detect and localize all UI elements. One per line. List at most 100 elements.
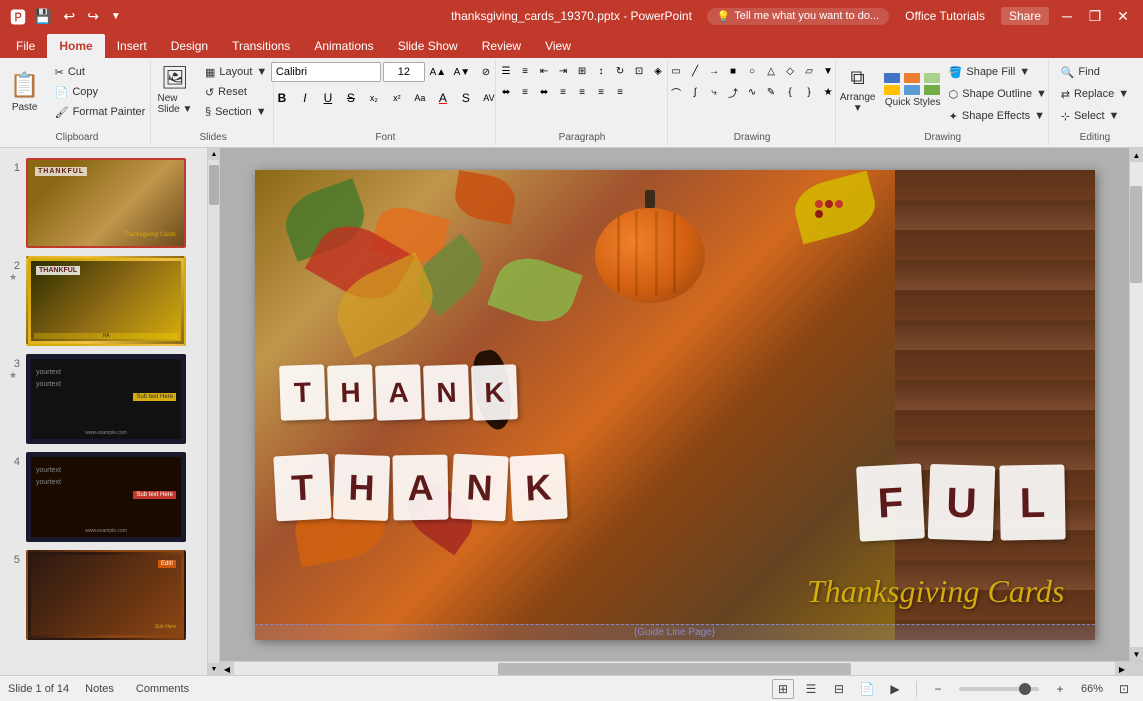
cut-button[interactable]: ✂ Cut — [49, 62, 152, 82]
shape-rect[interactable]: ▭ — [667, 63, 685, 80]
bold-button[interactable]: B — [271, 88, 293, 108]
justify-thai-button[interactable]: ≡ — [611, 84, 629, 101]
slide-image-3[interactable]: yourtext yourtext Sub text Here www.exam… — [26, 354, 186, 444]
replace-button[interactable]: ⇄ Replace ▼ — [1053, 84, 1137, 104]
slide-thumb-5[interactable]: 5 Edit! Sub Here — [4, 548, 215, 642]
align-text-button[interactable]: ⊡ — [630, 63, 648, 80]
layout-button[interactable]: ▦ Layout ▼ — [199, 62, 273, 82]
minimize-button[interactable]: ─ — [1057, 6, 1077, 26]
zoom-slider[interactable] — [959, 687, 1039, 691]
subscript-button[interactable]: x₂ — [363, 88, 385, 108]
zoom-in-button[interactable]: + — [1049, 679, 1071, 699]
zoom-thumb[interactable] — [1019, 683, 1031, 695]
tab-animations[interactable]: Animations — [302, 34, 385, 58]
strikethrough-button[interactable]: S — [340, 88, 362, 108]
font-name-input[interactable] — [271, 62, 381, 82]
justify-low-button[interactable]: ≡ — [573, 84, 591, 101]
tab-design[interactable]: Design — [159, 34, 220, 58]
presenter-view-button[interactable]: ▶ — [884, 679, 906, 699]
slide-canvas[interactable]: T H A N K F U L — [255, 170, 1095, 640]
smartart-button[interactable]: ◈ — [649, 63, 667, 80]
slide-thumb-2[interactable]: 2 ★ THANKFUL HA — [4, 254, 215, 348]
align-right-button[interactable]: ⬌ — [535, 84, 553, 101]
slide-sorter-button[interactable]: ⊟ — [828, 679, 850, 699]
fit-window-button[interactable]: ⊡ — [1113, 679, 1135, 699]
reading-view-button[interactable]: 📄 — [856, 679, 878, 699]
shape-brace[interactable]: } — [800, 84, 818, 101]
normal-view-button[interactable]: ⊞ — [772, 679, 794, 699]
tab-slideshow[interactable]: Slide Show — [386, 34, 470, 58]
copy-button[interactable]: 📄 Copy — [49, 82, 152, 102]
tab-insert[interactable]: Insert — [105, 34, 159, 58]
arrange-button[interactable]: ⧉ Arrange ▼ — [833, 62, 883, 118]
scroll-up-button[interactable]: ▲ — [208, 148, 220, 160]
comments-button[interactable]: Comments — [130, 681, 195, 697]
main-canvas-area[interactable]: T H A N K F U L — [220, 148, 1129, 661]
slide-thumb-1[interactable]: 1 THANKFUL Thanksgiving Cards — [4, 156, 215, 250]
customize-button[interactable]: ▼ — [107, 9, 125, 24]
shape-bracket[interactable]: { — [781, 84, 799, 101]
tab-review[interactable]: Review — [470, 34, 533, 58]
slide-thumb-4[interactable]: 4 yourtext yourtext Sub text Here www.ex… — [4, 450, 215, 544]
decrease-indent-button[interactable]: ⇤ — [535, 63, 553, 80]
restore-button[interactable]: ❐ — [1085, 6, 1105, 26]
superscript-button[interactable]: x² — [386, 88, 408, 108]
slide-panel-scrollbar[interactable]: ▲ ▼ — [207, 148, 219, 675]
tab-transitions[interactable]: Transitions — [220, 34, 302, 58]
shape-parallelogram[interactable]: ▱ — [800, 63, 818, 80]
justify-high-button[interactable]: ≡ — [592, 84, 610, 101]
bullets-button[interactable]: ☰ — [497, 63, 515, 80]
slide-image-1[interactable]: THANKFUL Thanksgiving Cards — [26, 158, 186, 248]
canvas-scroll-down[interactable]: ▼ — [1130, 647, 1143, 661]
tab-view[interactable]: View — [533, 34, 583, 58]
slide-thumb-3[interactable]: 3 ★ yourtext yourtext Sub text Here www.… — [4, 352, 215, 446]
font-color-button[interactable]: A — [432, 88, 454, 108]
line-spacing-button[interactable]: ↕ — [592, 63, 610, 80]
notes-button[interactable]: Notes — [79, 681, 120, 697]
shape-arrow[interactable]: → — [705, 63, 723, 80]
h-scroll-thumb[interactable] — [498, 663, 850, 675]
shape-effects-button[interactable]: ✦ Shape Effects ▼ — [943, 106, 1053, 126]
format-painter-button[interactable]: 🖌 Format Painter — [49, 102, 152, 122]
canvas-h-scrollbar[interactable]: ◀ ▶ — [220, 661, 1143, 675]
shape-connector[interactable]: ⤷ — [705, 84, 723, 101]
align-left-button[interactable]: ⬌ — [497, 84, 515, 101]
shape-circle[interactable]: ○ — [743, 63, 761, 80]
zoom-level[interactable]: 66% — [1077, 683, 1107, 695]
font-size-input[interactable] — [383, 62, 425, 82]
shape-diamond[interactable]: ◇ — [781, 63, 799, 80]
shape-line2[interactable]: ⌒ — [667, 84, 685, 101]
undo-button[interactable]: ↩ — [59, 6, 79, 27]
select-button[interactable]: ⊹ Select ▼ — [1053, 106, 1137, 126]
redo-button[interactable]: ↪ — [83, 6, 103, 27]
canvas-scroll-left[interactable]: ◀ — [220, 662, 234, 676]
textcase-button[interactable]: Aa — [409, 88, 431, 108]
increase-indent-button[interactable]: ⇥ — [554, 63, 572, 80]
shape-freeform[interactable]: ∿ — [743, 84, 761, 101]
canvas-scroll-thumb[interactable] — [1130, 186, 1142, 283]
increase-font-button[interactable]: A▲ — [427, 62, 449, 82]
italic-button[interactable]: I — [294, 88, 316, 108]
canvas-v-scrollbar[interactable]: ▲ ▼ — [1129, 148, 1143, 661]
office-tutorials-link[interactable]: Office Tutorials — [905, 9, 985, 23]
new-slide-button[interactable]: 🖼 NewSlide ▼ — [153, 62, 197, 118]
share-button[interactable]: Share — [1001, 7, 1049, 25]
reset-button[interactable]: ↺ Reset — [199, 82, 273, 102]
text-direction-button[interactable]: ↻ — [611, 63, 629, 80]
shape-bend[interactable]: ⤴ — [724, 84, 742, 101]
canvas-scroll-up[interactable]: ▲ — [1130, 148, 1143, 162]
shape-scribble[interactable]: ✎ — [762, 84, 780, 101]
slide-image-4[interactable]: yourtext yourtext Sub text Here www.exam… — [26, 452, 186, 542]
close-button[interactable]: ✕ — [1113, 6, 1133, 26]
decrease-font-button[interactable]: A▼ — [451, 62, 473, 82]
underline-button[interactable]: U — [317, 88, 339, 108]
align-center-button[interactable]: ≡ — [516, 84, 534, 101]
save-button[interactable]: 💾 — [30, 6, 55, 27]
slide-image-5[interactable]: Edit! Sub Here — [26, 550, 186, 640]
slide-image-2[interactable]: THANKFUL HA — [26, 256, 186, 346]
columns-button[interactable]: ⊞ — [573, 63, 591, 80]
scroll-down-button[interactable]: ▼ — [208, 663, 220, 675]
tell-me-area[interactable]: 💡 Tell me what you want to do... — [707, 8, 890, 25]
shape-rectfill[interactable]: ■ — [724, 63, 742, 80]
find-button[interactable]: 🔍 Find — [1053, 62, 1137, 82]
